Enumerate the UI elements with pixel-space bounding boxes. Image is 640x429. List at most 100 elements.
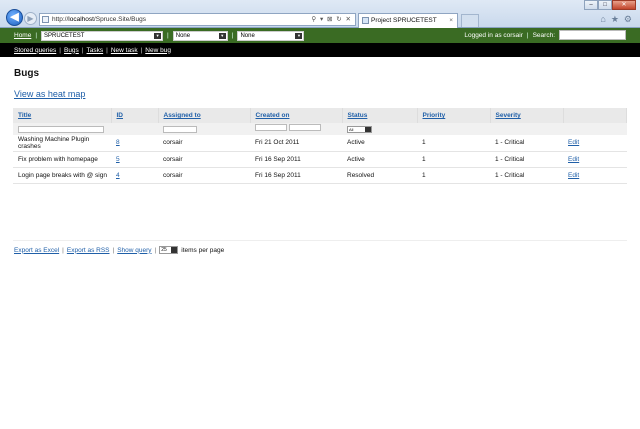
address-tools-icons[interactable]: ⚲ ▾ ⊠ ↻ ✕ [311,14,352,25]
column-header-title[interactable]: Title [13,108,112,123]
separator: | [231,32,234,39]
gear-icon[interactable]: ⚙ [624,14,632,25]
filter-select-1-value: None [175,32,191,39]
sort-assigned-link[interactable]: Assigned to [164,112,201,119]
sort-id-link[interactable]: ID [117,112,124,119]
page-icon [42,16,49,23]
home-link[interactable]: Home [14,32,31,39]
filter-cell [13,123,111,135]
chevron-down-icon: ▼ [218,32,226,39]
filter-select-2[interactable]: None ▼ [237,30,305,41]
new-tab-button[interactable] [461,14,479,27]
bug-id-link[interactable]: 8 [116,139,120,146]
divider [13,240,627,241]
filter-cell: All [342,123,417,135]
bug-priority: 1 [417,151,490,168]
sort-priority-link[interactable]: Priority [423,112,446,119]
column-header-assigned[interactable]: Assigned to [158,108,251,123]
sort-title-link[interactable]: Title [18,112,31,119]
nav-tasks[interactable]: Tasks [87,47,104,54]
created-to-input[interactable] [288,124,321,131]
back-button[interactable]: ◀ [6,9,23,26]
bug-severity: 1 - Critical [490,151,563,168]
page-title: Bugs [14,68,39,79]
sort-status-link[interactable]: Status [348,112,368,119]
url-prefix: http:// [52,16,69,23]
bug-id-link[interactable]: 4 [116,172,120,179]
maximize-button[interactable]: □ [598,0,612,10]
browser-tab[interactable]: Project SPRUCETEST × [358,13,458,28]
minimize-button[interactable]: – [584,0,598,10]
url-path: /Spruce.Site/Bugs [93,16,146,23]
address-bar[interactable]: http://localhost/Spruce.Site/Bugs ⚲ ▾ ⊠ … [39,13,356,26]
chevron-down-icon [171,247,178,253]
home-icon[interactable]: ⌂ [600,14,605,25]
chevron-down-icon [365,126,371,132]
project-select[interactable]: SPRUCETEST ▼ [41,30,164,41]
column-header-created[interactable]: Created on [250,108,343,123]
separator: | [167,32,169,39]
separator: | [62,246,64,254]
window-controls: – □ ✕ [584,0,636,10]
filter-cell [563,123,627,135]
search-label: Search: [532,31,555,39]
column-header-id[interactable]: ID [111,108,159,123]
export-excel-link[interactable]: Export as Excel [14,247,59,254]
filter-cell [250,123,342,135]
column-header-status[interactable]: Status [342,108,418,123]
bug-id-cell: 5 [111,151,158,168]
sort-created-link[interactable]: Created on [256,112,290,119]
edit-link[interactable]: Edit [568,156,579,163]
edit-link[interactable]: Edit [568,139,579,146]
user-area: Logged in as corsair | Search: [464,30,626,40]
separator: | [106,46,108,54]
grid-footer: Export as Excel | Export as RSS | Show q… [14,246,224,254]
bug-assigned: corsair [158,151,250,168]
export-rss-link[interactable]: Export as RSS [67,247,110,254]
bug-severity: 1 - Critical [490,167,563,184]
heat-map-link[interactable]: View as heat map [14,89,85,99]
separator: | [35,32,38,39]
chevron-down-icon: ▼ [154,32,162,39]
bug-id-cell: 4 [111,167,158,184]
title-filter-input[interactable] [18,125,104,133]
project-select-value: SPRUCETEST [44,32,85,39]
bug-status: Active [342,135,417,152]
column-header-actions [563,108,627,123]
star-icon[interactable]: ★ [611,14,619,25]
show-query-link[interactable]: Show query [117,247,151,254]
table-row: Fix problem with homepage 5 corsair Fri … [13,151,627,168]
search-input[interactable] [559,30,626,40]
bug-title: Washing Machine Plugin crashes [13,135,111,152]
bug-created: Fri 21 Oct 2011 [250,135,342,152]
close-window-button[interactable]: ✕ [612,0,636,10]
browser-chrome: ◀ ▶ http://localhost/Spruce.Site/Bugs ⚲ … [0,0,640,28]
filter-cell [158,123,250,135]
nav-stored-queries[interactable]: Stored queries [14,47,56,54]
nav-new-task[interactable]: New task [111,47,138,54]
created-from-input[interactable] [255,124,287,131]
tab-title: Project SPRUCETEST [371,17,437,24]
sort-severity-link[interactable]: Severity [496,112,521,119]
separator: | [59,46,61,54]
column-header-priority[interactable]: Priority [417,108,491,123]
bug-priority: 1 [417,135,490,152]
filter-select-1[interactable]: None ▼ [172,30,228,41]
tab-close-icon[interactable]: × [449,14,453,27]
page-size-value: 25 [161,247,167,253]
separator: | [154,246,157,254]
separator: | [526,31,529,39]
bug-assigned: corsair [158,167,250,184]
tab-page-icon [362,17,369,24]
page-size-select[interactable]: 25 [159,246,179,254]
status-filter-select[interactable]: All [347,125,372,133]
assigned-filter-input[interactable] [163,125,197,133]
nav-new-bug[interactable]: New bug [145,47,171,54]
forward-button[interactable]: ▶ [24,12,37,25]
bug-id-link[interactable]: 5 [116,156,120,163]
column-header-severity[interactable]: Severity [490,108,564,123]
bugs-table: Title ID Assigned to Created on Status P… [13,108,627,184]
filter-cell [490,123,563,135]
nav-bugs[interactable]: Bugs [64,47,79,54]
edit-link[interactable]: Edit [568,172,579,179]
